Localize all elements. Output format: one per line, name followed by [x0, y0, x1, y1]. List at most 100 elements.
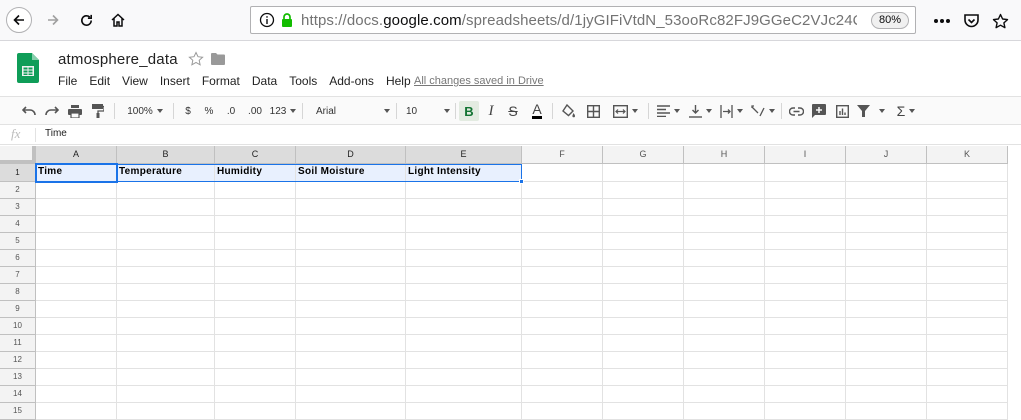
info-icon[interactable]: [259, 12, 275, 28]
row-header-3[interactable]: 3: [0, 199, 36, 216]
column-header-f[interactable]: F: [522, 146, 603, 164]
insert-comment-button[interactable]: [809, 101, 829, 121]
cell-d3[interactable]: [296, 199, 406, 216]
cell-e1[interactable]: Light Intensity: [406, 164, 522, 182]
cell-f6[interactable]: [522, 250, 603, 267]
cell-j12[interactable]: [846, 352, 927, 369]
insert-chart-button[interactable]: [832, 101, 852, 121]
cell-j8[interactable]: [846, 284, 927, 301]
cell-d5[interactable]: [296, 233, 406, 250]
undo-button[interactable]: [19, 101, 39, 121]
cell-g6[interactable]: [603, 250, 684, 267]
menu-insert[interactable]: Insert: [154, 74, 196, 90]
cell-a12[interactable]: [36, 352, 117, 369]
functions-button[interactable]: Σ: [892, 101, 920, 121]
cell-j9[interactable]: [846, 301, 927, 318]
cell-a8[interactable]: [36, 284, 117, 301]
cell-c15[interactable]: [215, 403, 296, 420]
cell-j15[interactable]: [846, 403, 927, 420]
cell-e8[interactable]: [406, 284, 522, 301]
cell-a1[interactable]: Time: [36, 164, 117, 182]
cell-h14[interactable]: [684, 386, 765, 403]
cell-k6[interactable]: [927, 250, 1008, 267]
cell-j2[interactable]: [846, 182, 927, 199]
cell-d1[interactable]: Soil Moisture: [296, 164, 406, 182]
cell-g7[interactable]: [603, 267, 684, 284]
cell-h8[interactable]: [684, 284, 765, 301]
cell-c1[interactable]: Humidity: [215, 164, 296, 182]
text-rotation-button[interactable]: [749, 101, 777, 121]
cell-k4[interactable]: [927, 216, 1008, 233]
save-status[interactable]: All changes saved in Drive: [414, 74, 544, 88]
cell-b7[interactable]: [117, 267, 215, 284]
cell-h3[interactable]: [684, 199, 765, 216]
cell-c4[interactable]: [215, 216, 296, 233]
cell-d12[interactable]: [296, 352, 406, 369]
cell-b2[interactable]: [117, 182, 215, 199]
cell-a13[interactable]: [36, 369, 117, 386]
cell-f3[interactable]: [522, 199, 603, 216]
row-header-9[interactable]: 9: [0, 301, 36, 318]
column-header-i[interactable]: I: [765, 146, 846, 164]
cell-c10[interactable]: [215, 318, 296, 335]
cell-a9[interactable]: [36, 301, 117, 318]
cell-j5[interactable]: [846, 233, 927, 250]
reload-button[interactable]: [73, 7, 99, 33]
cell-i12[interactable]: [765, 352, 846, 369]
cell-g15[interactable]: [603, 403, 684, 420]
cell-f15[interactable]: [522, 403, 603, 420]
text-wrap-button[interactable]: [717, 101, 745, 121]
strikethrough-button[interactable]: S: [504, 101, 522, 121]
cell-c5[interactable]: [215, 233, 296, 250]
cell-i8[interactable]: [765, 284, 846, 301]
cell-f13[interactable]: [522, 369, 603, 386]
cell-f2[interactable]: [522, 182, 603, 199]
column-header-b[interactable]: B: [117, 146, 215, 164]
star-icon[interactable]: [188, 51, 204, 67]
document-title[interactable]: atmosphere_data: [58, 51, 178, 68]
filter-button[interactable]: [856, 101, 886, 121]
cell-j7[interactable]: [846, 267, 927, 284]
cell-e12[interactable]: [406, 352, 522, 369]
menu-tools[interactable]: Tools: [283, 74, 323, 90]
column-header-a[interactable]: A: [36, 146, 117, 164]
row-header-5[interactable]: 5: [0, 233, 36, 250]
cell-k10[interactable]: [927, 318, 1008, 335]
cell-i13[interactable]: [765, 369, 846, 386]
cell-d8[interactable]: [296, 284, 406, 301]
increase-decimal-button[interactable]: .00: [244, 101, 266, 121]
cell-d13[interactable]: [296, 369, 406, 386]
zoom-indicator[interactable]: 80%: [870, 12, 909, 29]
cell-d7[interactable]: [296, 267, 406, 284]
cell-b14[interactable]: [117, 386, 215, 403]
cell-b6[interactable]: [117, 250, 215, 267]
vertical-align-button[interactable]: [686, 101, 714, 121]
cell-d9[interactable]: [296, 301, 406, 318]
menu-help[interactable]: Help: [380, 74, 417, 90]
zoom-select[interactable]: 100%: [122, 101, 168, 121]
row-header-13[interactable]: 13: [0, 369, 36, 386]
font-size-select[interactable]: 10: [402, 101, 450, 121]
cell-f11[interactable]: [522, 335, 603, 352]
cell-f5[interactable]: [522, 233, 603, 250]
cell-j14[interactable]: [846, 386, 927, 403]
cell-a10[interactable]: [36, 318, 117, 335]
row-header-14[interactable]: 14: [0, 386, 36, 403]
paint-format-button[interactable]: [88, 101, 108, 121]
cell-f8[interactable]: [522, 284, 603, 301]
cell-a5[interactable]: [36, 233, 117, 250]
cell-b1[interactable]: Temperature: [117, 164, 215, 182]
row-header-12[interactable]: 12: [0, 352, 36, 369]
cell-i10[interactable]: [765, 318, 846, 335]
insert-link-button[interactable]: [786, 101, 806, 121]
cell-b9[interactable]: [117, 301, 215, 318]
cell-i11[interactable]: [765, 335, 846, 352]
cell-k1[interactable]: [927, 164, 1008, 182]
cell-h2[interactable]: [684, 182, 765, 199]
cell-e2[interactable]: [406, 182, 522, 199]
cell-a15[interactable]: [36, 403, 117, 420]
cell-b5[interactable]: [117, 233, 215, 250]
menu-format[interactable]: Format: [196, 74, 246, 90]
cell-a4[interactable]: [36, 216, 117, 233]
cell-j3[interactable]: [846, 199, 927, 216]
